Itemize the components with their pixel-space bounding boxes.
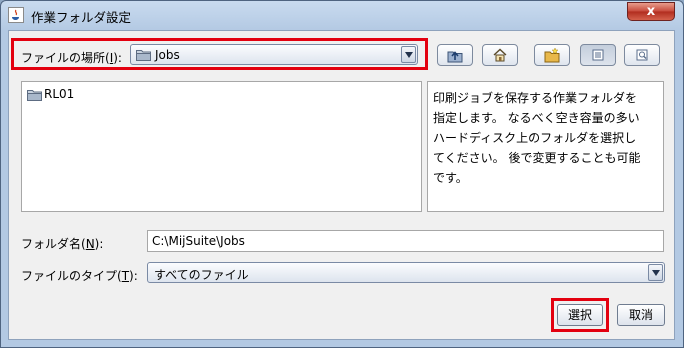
list-view-icon <box>592 49 604 61</box>
file-type-value: すべてのファイル <box>154 268 249 282</box>
java-icon <box>8 7 24 23</box>
close-button[interactable]: x <box>627 2 675 21</box>
highlight-look-in <box>11 38 428 70</box>
highlight-select <box>551 298 609 332</box>
details-view-button[interactable] <box>624 44 660 66</box>
file-list[interactable]: RL01 <box>21 81 422 212</box>
up-one-level-button[interactable] <box>437 44 473 66</box>
list-view-button[interactable] <box>580 44 616 66</box>
folder-name-label: フォルダ名(N): <box>21 237 104 251</box>
window-title: 作業フォルダ設定 <box>31 10 132 25</box>
dialog-window: 作業フォルダ設定 x ファイルの場所(I): Jobs RL01 印刷ジョブを保… <box>0 0 684 348</box>
dialog-body: ファイルの場所(I): Jobs RL01 印刷ジョブを保存する作業フォルダを指… <box>8 30 675 340</box>
description-text: 印刷ジョブを保存する作業フォルダを指定します。 なるべく空き容量の多いハードディ… <box>433 91 641 185</box>
folder-icon <box>27 90 42 101</box>
new-folder-icon <box>544 47 560 63</box>
folder-name-field[interactable]: C:\MijSuite\Jobs <box>147 230 664 252</box>
file-type-combo[interactable]: すべてのファイル <box>147 262 665 283</box>
file-type-label: ファイルのタイプ(T): <box>21 269 138 283</box>
details-view-icon <box>636 49 648 61</box>
home-button[interactable] <box>482 44 518 66</box>
description-panel: 印刷ジョブを保存する作業フォルダを指定します。 なるべく空き容量の多いハードディ… <box>427 81 664 212</box>
cancel-button[interactable]: 取消 <box>617 304 665 326</box>
up-folder-icon <box>447 51 463 63</box>
home-icon <box>493 48 507 62</box>
title-bar[interactable]: 作業フォルダ設定 x <box>1 1 683 29</box>
chevron-down-icon[interactable] <box>648 264 663 281</box>
list-item-label: RL01 <box>44 87 75 101</box>
new-folder-button[interactable] <box>534 44 570 66</box>
